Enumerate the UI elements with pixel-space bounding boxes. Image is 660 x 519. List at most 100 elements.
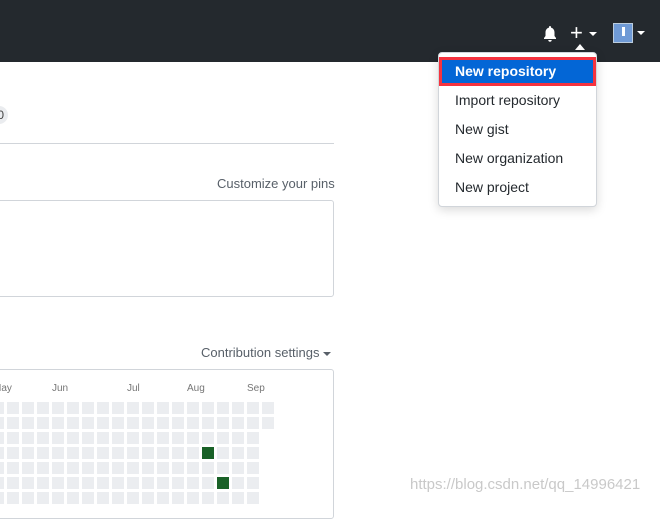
contribution-cell[interactable]	[142, 417, 154, 429]
contribution-cell[interactable]	[37, 492, 49, 504]
contribution-cell[interactable]	[22, 492, 34, 504]
contribution-cell[interactable]	[202, 432, 214, 444]
contribution-cell[interactable]	[37, 417, 49, 429]
contribution-cell[interactable]	[217, 432, 229, 444]
contribution-cell[interactable]	[67, 402, 79, 414]
contribution-cell[interactable]	[127, 462, 139, 474]
contribution-cell[interactable]	[7, 432, 19, 444]
contribution-cell[interactable]	[172, 417, 184, 429]
contribution-cell[interactable]	[37, 462, 49, 474]
contribution-cell[interactable]	[82, 417, 94, 429]
contribution-cell[interactable]	[22, 477, 34, 489]
contribution-cell[interactable]	[112, 402, 124, 414]
contribution-cell[interactable]	[127, 417, 139, 429]
contribution-cell[interactable]	[247, 462, 259, 474]
contribution-cell[interactable]	[217, 492, 229, 504]
contribution-cell[interactable]	[172, 477, 184, 489]
contribution-cell[interactable]	[247, 432, 259, 444]
contribution-cell[interactable]	[67, 447, 79, 459]
avatar[interactable]	[613, 23, 633, 43]
contribution-cell[interactable]	[232, 402, 244, 414]
contribution-cell[interactable]	[112, 477, 124, 489]
contribution-cell[interactable]	[157, 402, 169, 414]
contribution-cell[interactable]	[202, 492, 214, 504]
contribution-cell[interactable]	[37, 432, 49, 444]
contribution-cell[interactable]	[112, 417, 124, 429]
contribution-cell[interactable]	[67, 462, 79, 474]
contribution-cell[interactable]	[142, 492, 154, 504]
contribution-cell[interactable]	[7, 402, 19, 414]
contribution-cell[interactable]	[187, 477, 199, 489]
contribution-cell[interactable]	[112, 462, 124, 474]
contribution-cell[interactable]	[7, 492, 19, 504]
contribution-cell[interactable]	[22, 462, 34, 474]
contribution-cell[interactable]	[232, 417, 244, 429]
contribution-cell[interactable]	[82, 492, 94, 504]
contribution-cell[interactable]	[82, 432, 94, 444]
contribution-cell[interactable]	[112, 432, 124, 444]
contribution-cell[interactable]	[247, 477, 259, 489]
contribution-cell[interactable]	[202, 402, 214, 414]
contribution-cell[interactable]	[7, 417, 19, 429]
contribution-cell[interactable]	[82, 477, 94, 489]
customize-pins-link[interactable]: Customize your pins	[217, 176, 335, 191]
contribution-cell[interactable]	[127, 402, 139, 414]
contribution-cell[interactable]	[0, 432, 4, 444]
contribution-cell[interactable]	[7, 462, 19, 474]
contribution-cell[interactable]	[157, 447, 169, 459]
contribution-cell[interactable]	[82, 462, 94, 474]
contribution-cell[interactable]	[67, 477, 79, 489]
contribution-cell[interactable]	[187, 402, 199, 414]
contribution-cell[interactable]	[37, 402, 49, 414]
contribution-cell[interactable]	[157, 492, 169, 504]
menu-item-import-repository[interactable]: Import repository	[440, 87, 595, 114]
contribution-cell[interactable]	[97, 417, 109, 429]
contribution-cell[interactable]	[187, 462, 199, 474]
contribution-cell[interactable]	[202, 417, 214, 429]
contribution-cell[interactable]	[82, 447, 94, 459]
contribution-cell[interactable]	[7, 477, 19, 489]
contribution-cell[interactable]	[127, 477, 139, 489]
contribution-cell[interactable]	[217, 402, 229, 414]
contribution-cell[interactable]	[157, 432, 169, 444]
contribution-cell[interactable]	[22, 432, 34, 444]
contribution-cell[interactable]	[22, 417, 34, 429]
contribution-cell[interactable]	[247, 492, 259, 504]
contribution-cell[interactable]	[232, 492, 244, 504]
contribution-cell[interactable]	[97, 492, 109, 504]
contribution-cell[interactable]	[67, 492, 79, 504]
contribution-cell[interactable]	[232, 447, 244, 459]
contribution-cell[interactable]	[142, 447, 154, 459]
contribution-cell[interactable]	[202, 477, 214, 489]
contribution-cell[interactable]	[127, 492, 139, 504]
contribution-cell[interactable]	[217, 462, 229, 474]
contribution-cell[interactable]	[97, 432, 109, 444]
contribution-cell[interactable]	[262, 417, 274, 429]
contribution-cell[interactable]	[112, 447, 124, 459]
contribution-cell[interactable]	[52, 477, 64, 489]
contribution-cell[interactable]	[52, 462, 64, 474]
contribution-cell[interactable]	[217, 417, 229, 429]
contribution-cell[interactable]	[142, 432, 154, 444]
contribution-cell[interactable]	[127, 447, 139, 459]
contribution-cell[interactable]	[157, 462, 169, 474]
contribution-cell[interactable]	[172, 432, 184, 444]
contribution-cell[interactable]	[232, 462, 244, 474]
contribution-cell[interactable]	[52, 432, 64, 444]
contribution-cell[interactable]	[217, 477, 229, 489]
contribution-cell[interactable]	[187, 492, 199, 504]
contribution-cell[interactable]	[142, 477, 154, 489]
contribution-cell[interactable]	[172, 402, 184, 414]
chevron-down-icon[interactable]	[589, 32, 597, 36]
contribution-cell[interactable]	[202, 447, 214, 459]
bell-icon[interactable]	[543, 26, 557, 42]
contribution-cell[interactable]	[187, 417, 199, 429]
contribution-cell[interactable]	[172, 492, 184, 504]
menu-item-new-organization[interactable]: New organization	[440, 145, 595, 172]
contribution-cell[interactable]	[232, 432, 244, 444]
contribution-cell[interactable]	[0, 402, 4, 414]
contribution-settings-button[interactable]: Contribution settings	[201, 345, 332, 360]
contribution-cell[interactable]	[0, 447, 4, 459]
contribution-cell[interactable]	[247, 402, 259, 414]
contribution-cell[interactable]	[52, 447, 64, 459]
